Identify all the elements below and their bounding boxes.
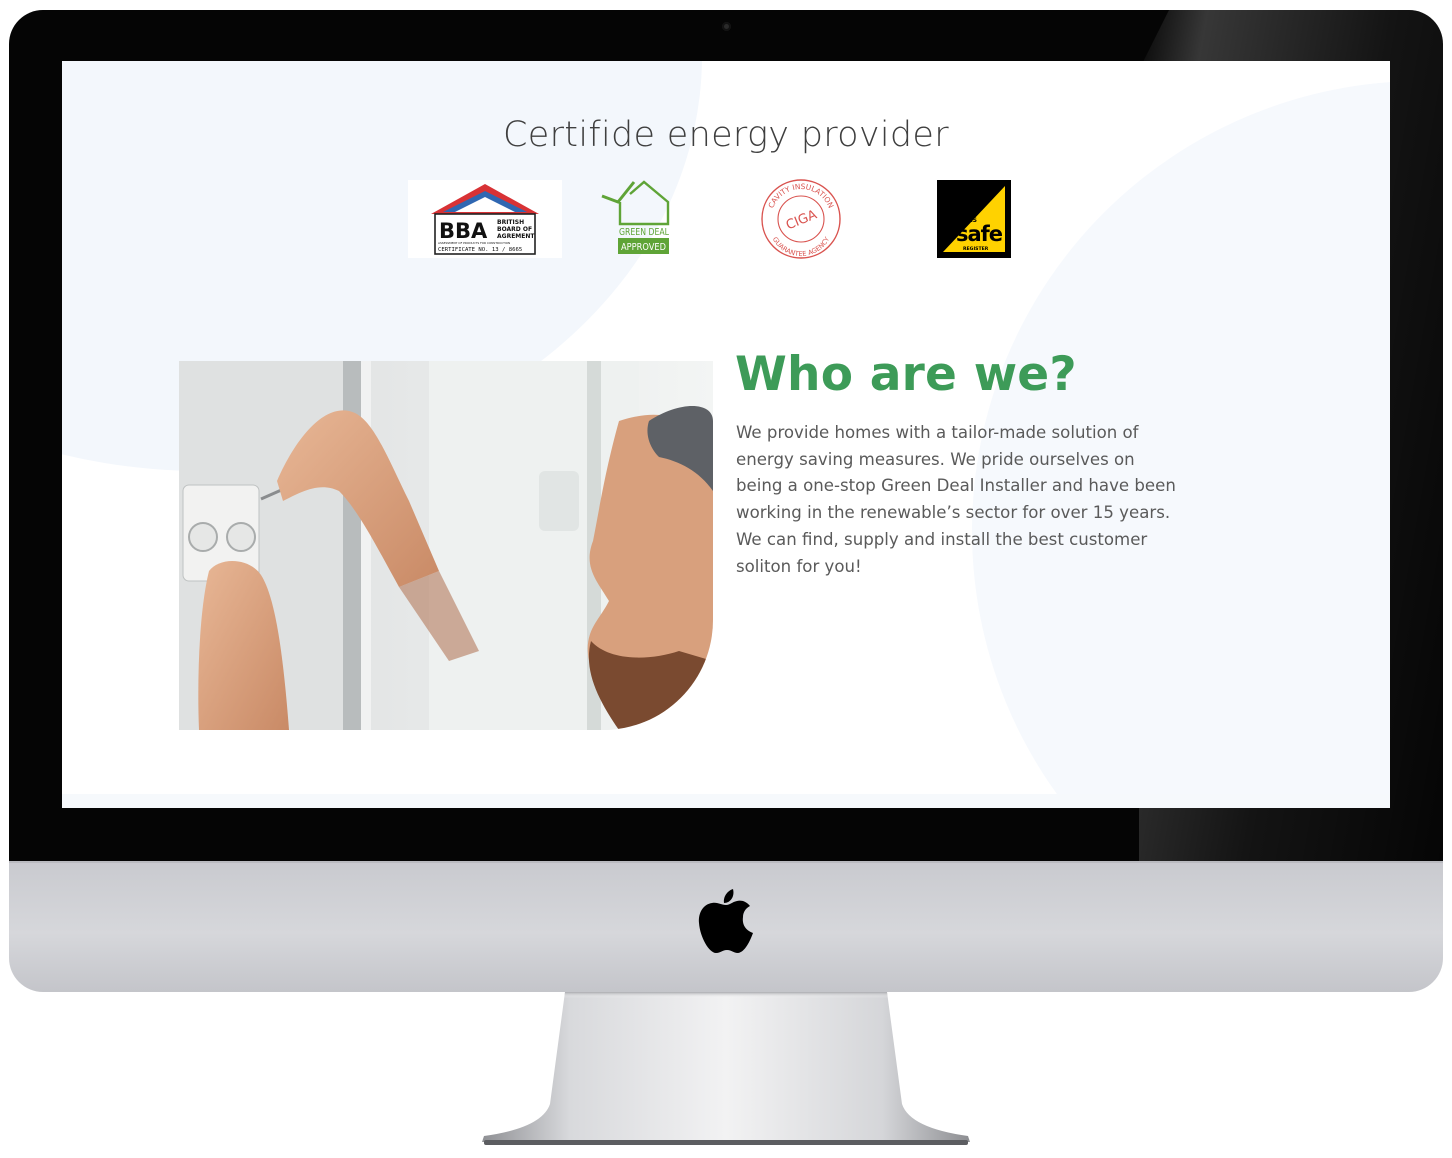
- svg-text:GREEN DEAL: GREEN DEAL: [619, 227, 670, 238]
- footer-strip: [62, 794, 1390, 808]
- about-heading: Who are we?: [735, 347, 1077, 402]
- svg-text:CERTIFICATE NO. 13 / 8665: CERTIFICATE NO. 13 / 8665: [438, 247, 522, 253]
- monitor-stand: [482, 992, 970, 1145]
- svg-text:APPROVED: APPROVED: [621, 242, 666, 253]
- electrician-photo: [179, 361, 713, 730]
- svg-text:ASSESSMENT OF PRODUCTS FOR CON: ASSESSMENT OF PRODUCTS FOR CONSTRUCTION: [438, 241, 510, 245]
- green-deal-approved-logo: GREEN DEAL APPROVED: [598, 180, 690, 258]
- svg-text:CIGA: CIGA: [784, 207, 819, 233]
- svg-text:GUARANTEE AGENCY: GUARANTEE AGENCY: [771, 235, 832, 258]
- bba-certification-logo: BBA BRITISH BOARD OF AGREMENT ASSESSMENT…: [408, 180, 562, 258]
- svg-text:AGREMENT: AGREMENT: [497, 233, 535, 240]
- svg-text:BBA: BBA: [439, 219, 488, 243]
- about-description: We provide homes with a tailor-made solu…: [736, 423, 1176, 576]
- camera-icon: [722, 22, 731, 31]
- svg-text:BRITISH: BRITISH: [497, 219, 524, 226]
- website-screen: Certifide energy provider BBA BRITISH BO…: [62, 61, 1390, 808]
- svg-text:BOARD OF: BOARD OF: [497, 226, 532, 233]
- apple-logo-icon: [698, 889, 753, 953]
- svg-text:safe: safe: [956, 222, 1003, 246]
- svg-text:REGISTER: REGISTER: [963, 246, 989, 252]
- gas-safe-register-logo: GAS safe REGISTER: [917, 180, 1031, 258]
- certifications-title: Certifide energy provider: [503, 115, 949, 155]
- ciga-cavity-insulation-logo: CAVITY INSULATION CIGA GUARANTEE AGENCY: [760, 179, 842, 259]
